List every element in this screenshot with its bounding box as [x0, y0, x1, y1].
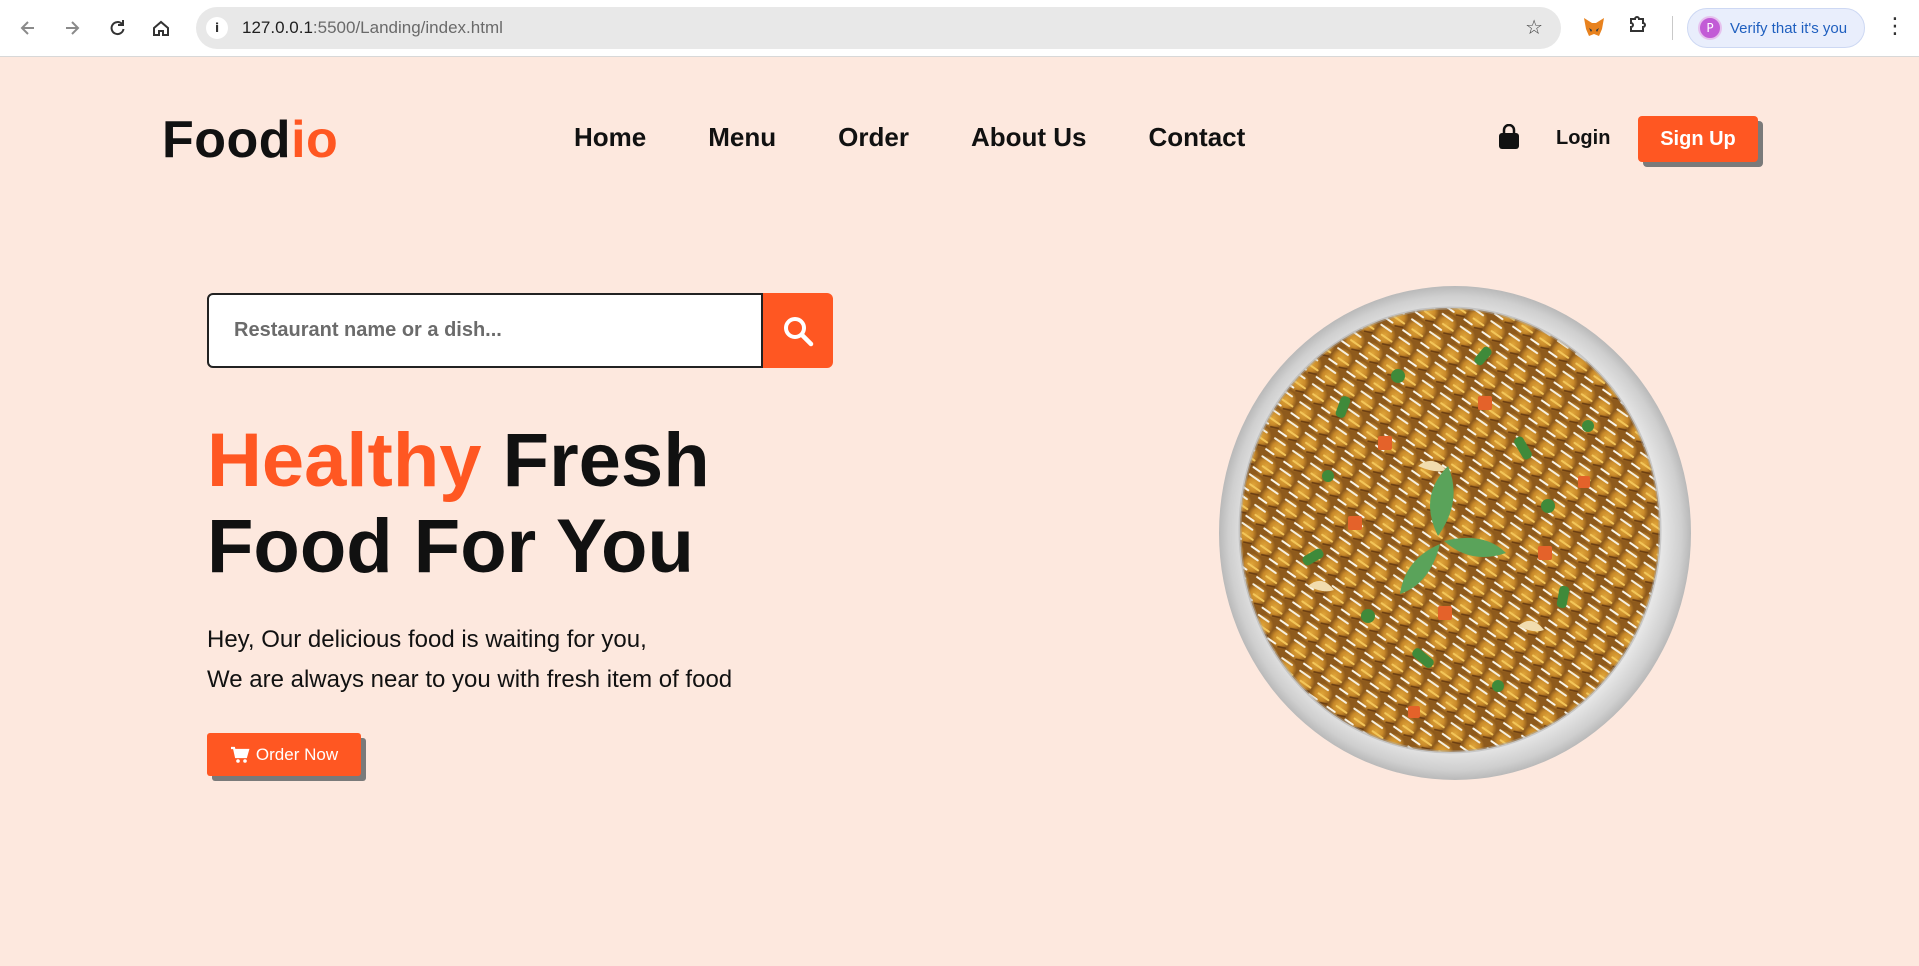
cart-icon: [230, 746, 250, 763]
headline-part-2: Food For You: [207, 504, 694, 589]
order-now-label: Order Now: [255, 744, 339, 764]
hero-description-line-2: We are always near to you with fresh ite…: [207, 666, 733, 693]
hero-headline: Healthy Fresh Food For You: [207, 418, 847, 590]
profile-avatar: P: [1698, 16, 1722, 40]
search-button[interactable]: [763, 293, 833, 368]
extensions-puzzle-icon[interactable]: [1627, 13, 1649, 41]
shopping-bag-icon[interactable]: [1497, 124, 1521, 150]
site-logo[interactable]: Foodio: [162, 110, 338, 170]
bookmark-star-icon[interactable]: ☆: [1525, 15, 1543, 39]
signup-button[interactable]: Sign Up: [1638, 116, 1758, 162]
address-bar[interactable]: i 127.0.0.1:5500/Landing/index.html ☆: [196, 7, 1561, 49]
order-now-button[interactable]: Order Now: [207, 733, 361, 776]
login-link[interactable]: Login: [1556, 127, 1610, 150]
browser-toolbar: i 127.0.0.1:5500/Landing/index.html ☆ P …: [0, 0, 1919, 57]
more-menu-icon[interactable]: ⋮: [1884, 14, 1906, 39]
toolbar-divider: [1672, 16, 1673, 40]
back-icon[interactable]: [14, 14, 42, 42]
hero-description: Hey, Our delicious food is waiting for y…: [207, 620, 732, 700]
nav-menu[interactable]: Menu: [708, 122, 776, 153]
headline-accent: Healthy: [207, 418, 482, 503]
nav-about-us[interactable]: About Us: [971, 122, 1087, 153]
nav-order[interactable]: Order: [838, 122, 909, 153]
main-nav: Home Menu Order About Us Contact: [574, 122, 1245, 153]
reload-icon[interactable]: [103, 14, 131, 42]
search-bar: [207, 293, 833, 368]
nav-home[interactable]: Home: [574, 122, 646, 153]
metamask-fox-icon[interactable]: [1582, 15, 1606, 39]
home-icon[interactable]: [147, 14, 175, 42]
biryani-bowl-image: [1219, 286, 1691, 780]
nav-contact[interactable]: Contact: [1149, 122, 1246, 153]
profile-verify-chip[interactable]: P Verify that it's you: [1687, 8, 1865, 48]
site-info-icon[interactable]: i: [206, 17, 228, 39]
profile-verify-label: Verify that it's you: [1730, 19, 1848, 37]
headline-part-1: Fresh: [481, 418, 710, 503]
url-text[interactable]: 127.0.0.1:5500/Landing/index.html: [242, 18, 503, 38]
search-icon: [784, 316, 814, 346]
hero-description-line-1: Hey, Our delicious food is waiting for y…: [207, 626, 647, 653]
forward-icon[interactable]: [58, 14, 86, 42]
search-input[interactable]: [207, 293, 763, 368]
